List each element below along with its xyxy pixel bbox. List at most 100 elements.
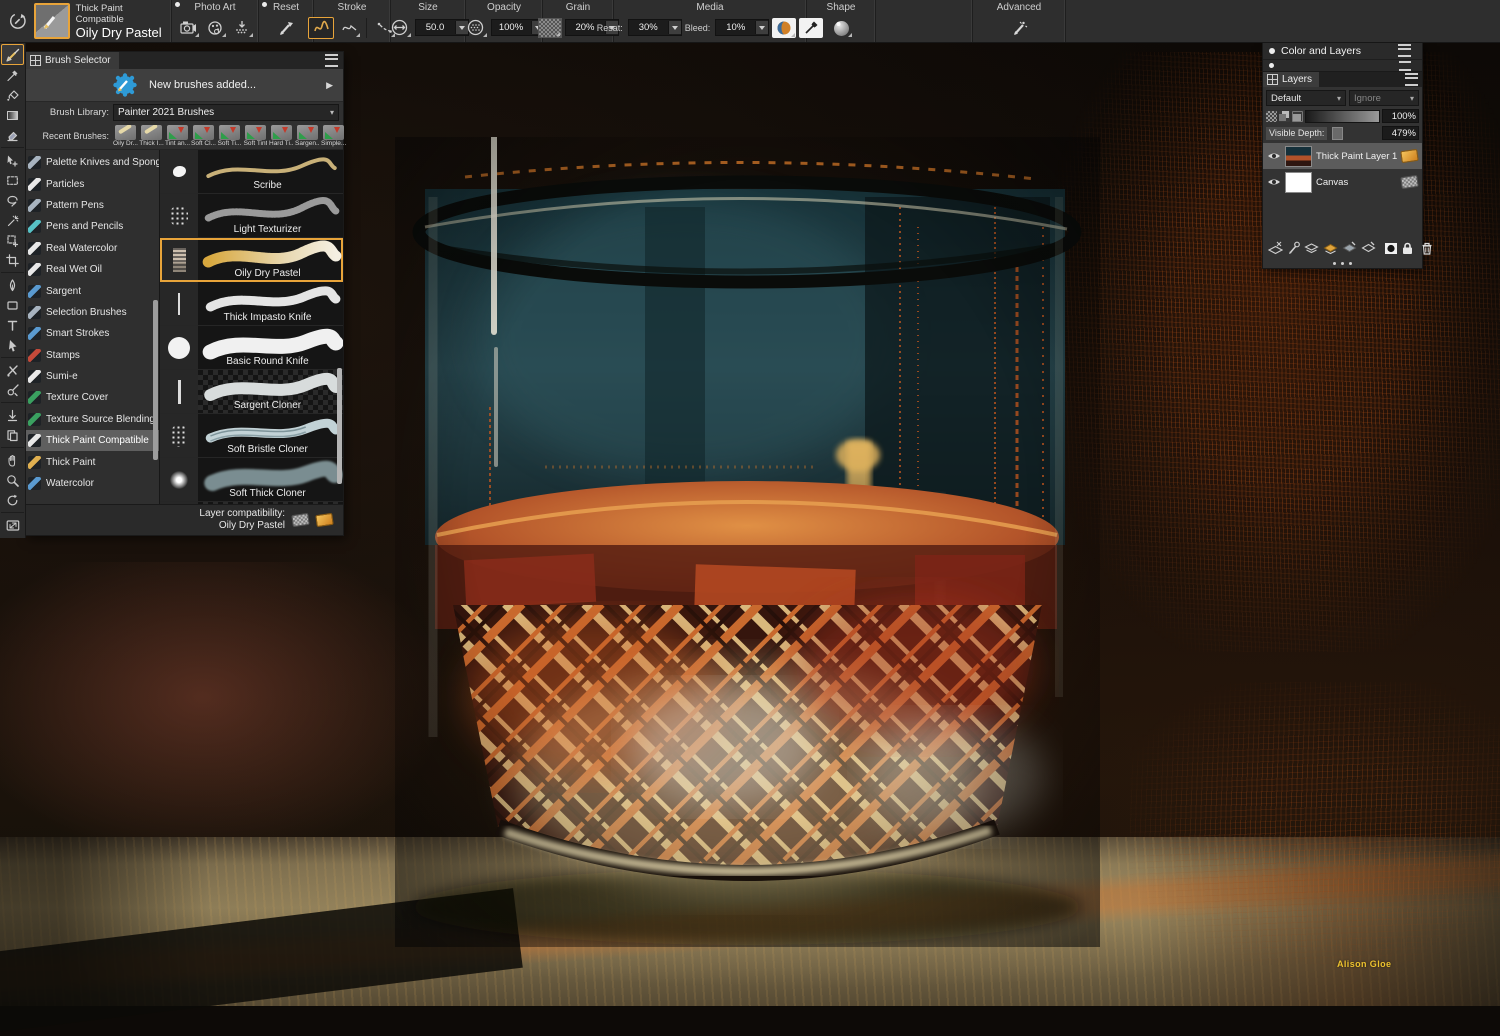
size-icon[interactable] [388,18,412,38]
visible-depth-value[interactable]: 479% [1382,126,1419,140]
variant-basic-round-knife[interactable]: Basic Round Knife [160,326,343,370]
layer-thumbnail[interactable] [1285,172,1312,193]
clone-page-tool[interactable] [2,425,23,445]
layer-opacity-value[interactable]: 100% [1382,109,1419,123]
category-thick-paint[interactable]: Thick Paint [25,451,159,472]
text-tool[interactable] [2,315,23,335]
brush-preview-group[interactable]: Thick Paint Compatible Oily Dry Pastel [0,0,172,42]
blend-mode-select[interactable]: Default ▾ [1266,90,1346,106]
recent-brush[interactable]: Simple... [321,125,346,147]
pick-up-underlying-icon[interactable] [1279,111,1290,122]
collapsed-panel-menu-icon[interactable] [1399,61,1411,71]
brush-library-select[interactable]: Painter 2021 Brushes ▾ [113,104,339,121]
selection-adjuster-tool[interactable] [2,230,23,250]
dynamic-plugin-icon[interactable] [1287,241,1300,255]
duplicate-layer-icon[interactable] [1292,111,1303,122]
auto-painting-button[interactable] [176,18,200,38]
recent-brush[interactable]: Thick I... [139,125,164,147]
restore-detail-button[interactable] [230,18,254,38]
navigator-button[interactable] [2,515,23,535]
rect-shape-tool[interactable] [2,295,23,315]
category-pattern-pens[interactable]: Pattern Pens [25,195,159,216]
gradient-tool[interactable] [2,105,23,125]
crop-tool[interactable] [2,250,23,270]
category-stamps[interactable]: Stamps [25,345,159,366]
layer-mask-icon[interactable] [1384,242,1398,255]
dab-shape-button[interactable] [829,18,853,38]
category-texture-source-blending[interactable]: Texture Source Blending [25,409,159,430]
lock-layer-icon[interactable] [1402,242,1413,255]
brush-tool[interactable] [1,44,24,65]
freehand-stroke-button[interactable] [308,17,334,39]
grabber-hand-tool[interactable] [2,450,23,470]
brush-selector-header[interactable]: Brush Selector [25,52,343,69]
category-watercolor[interactable]: Watercolor [25,473,159,494]
category-sumi-e[interactable]: Sumi-e [25,366,159,387]
layer-visibility-eye-icon[interactable] [1267,151,1281,161]
lasso-tool[interactable] [2,190,23,210]
collapsed-color-bar[interactable] [1263,59,1422,71]
bleed-dropdown-button[interactable] [755,21,768,34]
layer-visibility-eye-icon[interactable] [1267,177,1281,187]
category-particles[interactable]: Particles [25,173,159,194]
recent-brush[interactable]: Soft Tint [243,125,268,147]
category-pens-and-pencils[interactable]: Pens and Pencils [25,216,159,237]
composite-depth-select[interactable]: Ignore ▾ [1349,90,1419,106]
brush-reset-icon[interactable] [8,10,28,32]
panel-menu-icon[interactable] [1398,44,1411,57]
new-brushes-expand-icon[interactable]: ▶ [326,80,333,91]
layer-list-empty-area[interactable] [1263,195,1422,237]
variant-soft-bristle-cloner[interactable]: Soft Bristle Cloner [160,414,343,458]
advanced-brush-settings-button[interactable] [1007,18,1031,38]
recent-brush[interactable]: Hard Ti... [269,125,294,147]
category-palette-knives[interactable]: Palette Knives and Sponges [25,152,159,173]
layer-row-canvas[interactable]: Canvas [1263,169,1422,195]
recent-brush[interactable]: Sargen... [295,125,320,147]
preserve-transparency-icon[interactable] [1266,111,1277,122]
category-selection-brushes[interactable]: Selection Brushes [25,302,159,323]
pen-tool[interactable] [2,275,23,295]
category-sargent[interactable]: Sargent [25,280,159,301]
new-thick-paint-layer-icon[interactable] [1323,241,1338,255]
paint-bucket-tool[interactable] [2,85,23,105]
media-color-button[interactable] [772,18,796,38]
layer-row-thick-paint[interactable]: Thick Paint Layer 1 [1263,143,1422,169]
rotate-page-tool[interactable] [2,490,23,510]
magic-wand-tool[interactable] [2,210,23,230]
category-real-wet-oil[interactable]: Real Wet Oil [25,259,159,280]
magnifier-tool[interactable] [2,470,23,490]
brush-selector-tab[interactable]: Brush Selector [25,52,119,69]
variant-scribe[interactable]: Scribe [160,150,343,194]
category-thick-paint-compatible[interactable]: Thick Paint Compatible [25,430,159,451]
variant-light-texturizer[interactable]: Light Texturizer [160,194,343,238]
recent-brush[interactable]: Soft Ti... [217,125,242,147]
new-layer-icon[interactable] [1268,241,1283,255]
shape-edit-tool[interactable] [2,360,23,380]
variant-soft-thick-cloner[interactable]: Soft Thick Cloner [160,458,343,502]
category-real-watercolor[interactable]: Real Watercolor [25,238,159,259]
layers-menu-icon[interactable] [1405,73,1418,86]
drop-point-tool[interactable] [2,405,23,425]
category-texture-cover[interactable]: Texture Cover [25,387,159,408]
layers-tab[interactable]: Layers [1263,72,1319,87]
new-brushes-banner[interactable]: New brushes added... ▶ [25,69,343,102]
brush-selector-menu-icon[interactable] [325,54,338,67]
shape-select-tool[interactable] [2,335,23,355]
category-scrollbar[interactable] [153,300,158,460]
delete-layer-trash-icon[interactable] [1421,242,1433,255]
recent-brush[interactable]: Soft Cl... [191,125,216,147]
recent-brush[interactable]: Oily Dr... [113,125,138,147]
panel-resize-dots[interactable] [1263,259,1422,268]
reset-tool-button[interactable] [274,18,298,38]
bleed-spinner[interactable]: 10% [715,19,769,36]
opacity-icon[interactable] [464,18,488,38]
resat-dropdown-button[interactable] [668,21,681,34]
underpainting-button[interactable] [203,18,227,38]
layer-adjuster-tool[interactable] [2,150,23,170]
rect-select-tool[interactable] [2,170,23,190]
layer-thumbnail[interactable] [1285,146,1312,167]
new-watercolor-layer-icon[interactable] [1342,241,1357,255]
eraser-tool[interactable] [2,125,23,145]
grain-swatch[interactable] [538,18,562,38]
dropper-tool[interactable] [2,65,23,85]
